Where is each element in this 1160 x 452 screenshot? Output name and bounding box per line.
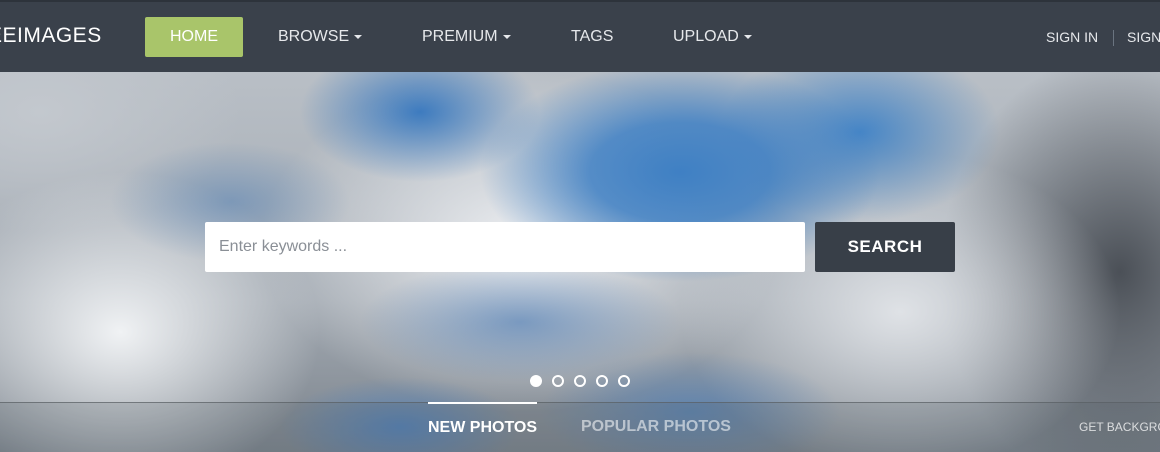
hero-banner: SEARCH NEW PHOTOS POPULAR PHOTOS GET BAC… xyxy=(0,72,1160,452)
nav-tags[interactable]: TAGS xyxy=(571,17,613,57)
caret-down-icon xyxy=(743,34,752,39)
nav-premium[interactable]: PREMIUM xyxy=(422,17,511,57)
site-logo[interactable]: EEIMAGES xyxy=(0,24,102,48)
nav-upload[interactable]: UPLOAD xyxy=(673,17,752,57)
carousel-dot-4[interactable] xyxy=(596,375,608,387)
carousel-dot-3[interactable] xyxy=(574,375,586,387)
search-button[interactable]: SEARCH xyxy=(815,222,955,272)
nav-home-label: HOME xyxy=(170,28,218,45)
nav-browse-label: BROWSE xyxy=(278,28,350,45)
top-navbar: EEIMAGES HOME BROWSE PREMIUM TAGS UPLOAD… xyxy=(0,0,1160,72)
nav-home[interactable]: HOME xyxy=(145,17,243,57)
auth-divider xyxy=(1113,30,1114,46)
carousel-dot-5[interactable] xyxy=(618,375,630,387)
tab-popular-photos[interactable]: POPULAR PHOTOS xyxy=(581,403,731,452)
nav-browse[interactable]: BROWSE xyxy=(278,17,363,57)
nav-premium-label: PREMIUM xyxy=(422,28,498,45)
tab-new-photos[interactable]: NEW PHOTOS xyxy=(428,402,538,452)
search-input[interactable] xyxy=(205,222,805,272)
nav-tags-label: TAGS xyxy=(571,28,614,45)
sign-in-link[interactable]: SIGN IN xyxy=(1046,17,1098,57)
get-background-link[interactable]: GET BACKGRO xyxy=(1079,403,1160,452)
nav-upload-label: UPLOAD xyxy=(673,28,739,45)
caret-down-icon xyxy=(354,34,363,39)
photo-tabs-bar: NEW PHOTOS POPULAR PHOTOS GET BACKGRO xyxy=(0,402,1160,452)
caret-down-icon xyxy=(502,34,511,39)
carousel-dot-1[interactable] xyxy=(530,375,542,387)
carousel-dot-2[interactable] xyxy=(552,375,564,387)
sign-up-link[interactable]: SIGN xyxy=(1127,17,1160,57)
